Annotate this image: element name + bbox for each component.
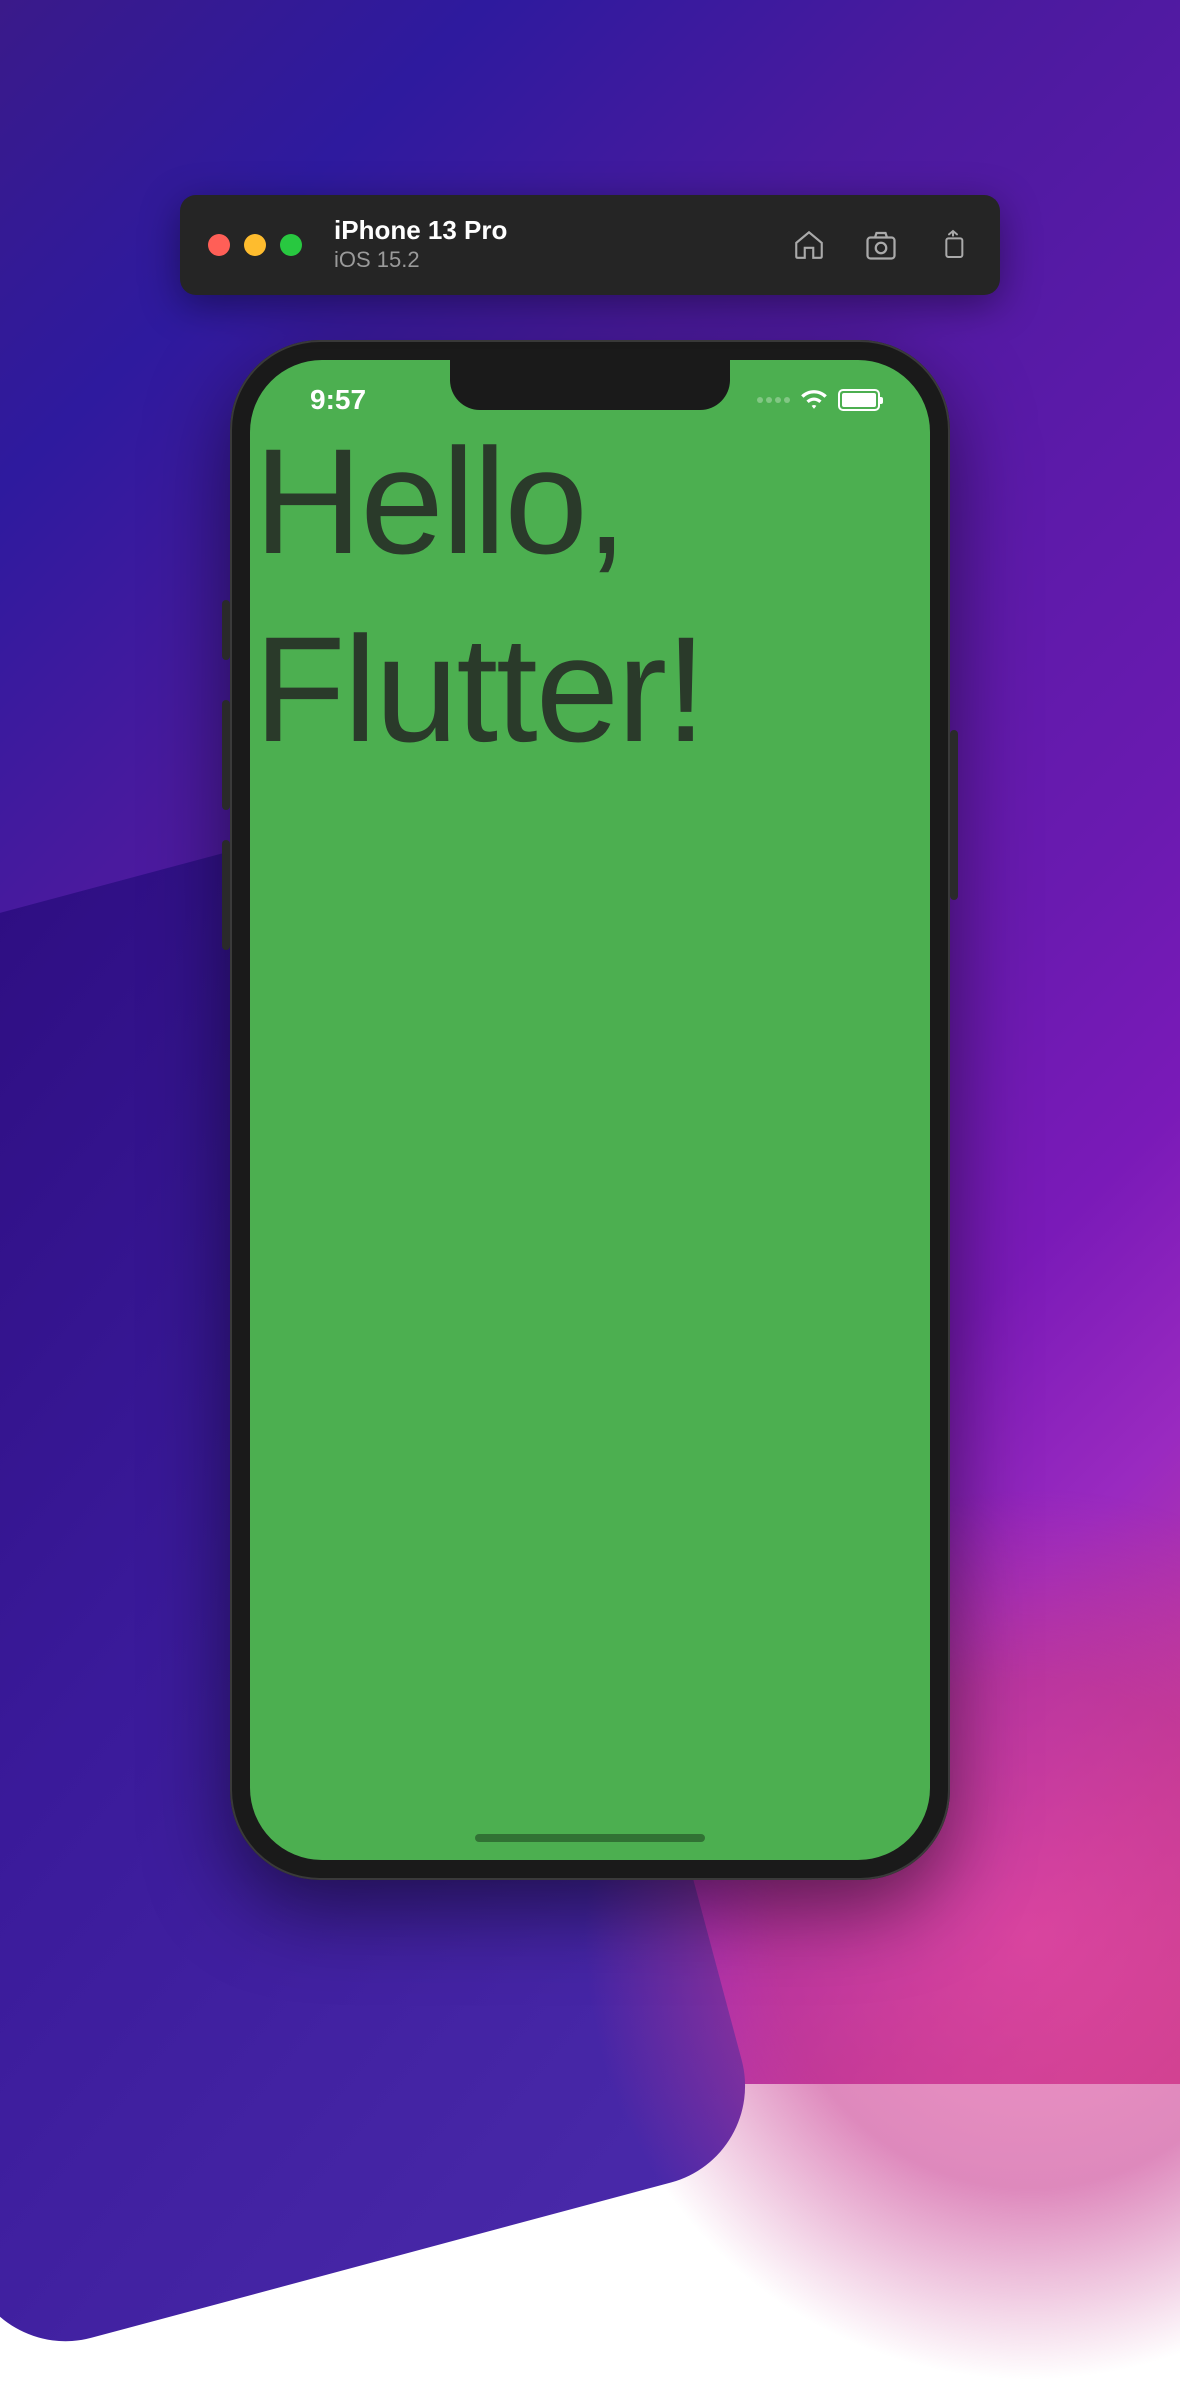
signal-icon — [757, 397, 790, 403]
power-button[interactable] — [950, 730, 958, 900]
window-controls — [208, 234, 302, 256]
phone-frame: 9:57 — [230, 340, 950, 1880]
status-right — [757, 389, 880, 411]
maximize-window-button[interactable] — [280, 234, 302, 256]
simulator-toolbar: iPhone 13 Pro iOS 15.2 — [180, 195, 1000, 295]
phone-screen[interactable]: 9:57 — [250, 360, 930, 1860]
mute-switch[interactable] — [222, 600, 230, 660]
close-window-button[interactable] — [208, 234, 230, 256]
toolbar-actions — [790, 226, 972, 264]
wifi-icon — [800, 389, 828, 411]
minimize-window-button[interactable] — [244, 234, 266, 256]
volume-down-button[interactable] — [222, 840, 230, 950]
os-version: iOS 15.2 — [334, 246, 507, 275]
rotate-icon[interactable] — [934, 226, 972, 264]
battery-icon — [838, 389, 880, 411]
notch — [450, 360, 730, 410]
screenshot-icon[interactable] — [862, 226, 900, 264]
home-indicator[interactable] — [475, 1834, 705, 1842]
device-name: iPhone 13 Pro — [334, 215, 507, 246]
toolbar-title: iPhone 13 Pro iOS 15.2 — [334, 215, 507, 275]
home-icon[interactable] — [790, 226, 828, 264]
volume-up-button[interactable] — [222, 700, 230, 810]
status-time: 9:57 — [310, 384, 366, 416]
app-greeting-text: Hello, Flutter! — [250, 408, 930, 783]
